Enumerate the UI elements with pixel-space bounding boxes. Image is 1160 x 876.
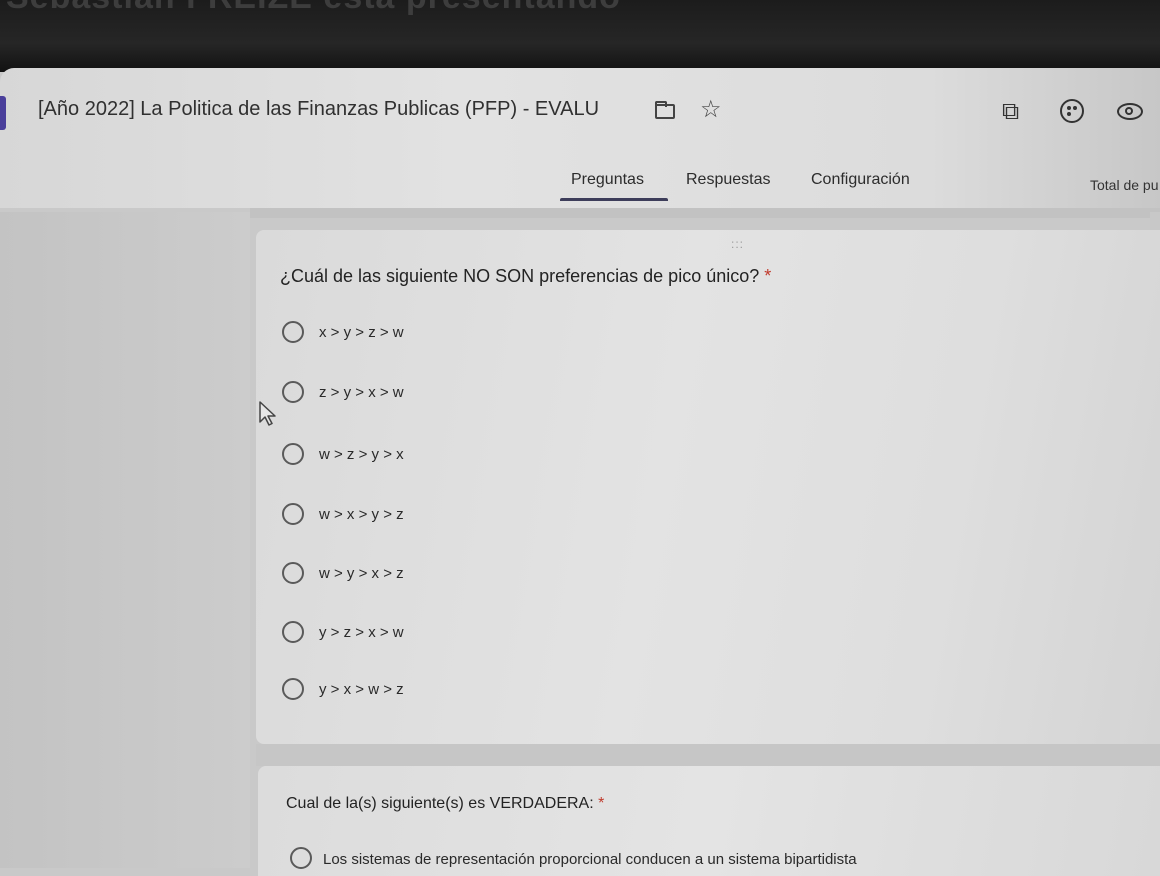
star-icon[interactable]: ☆ <box>700 98 722 122</box>
left-background <box>0 212 250 868</box>
option-label: y > z > x > w <box>319 624 404 641</box>
question-card[interactable] <box>256 230 1160 744</box>
tab-respuestas[interactable]: Respuestas <box>686 171 771 189</box>
tab-preguntas[interactable]: Preguntas <box>571 171 644 189</box>
option-label: w > x > y > z <box>319 506 404 523</box>
palette-icon[interactable] <box>1060 99 1084 123</box>
form-title[interactable]: [Año 2022] La Politica de las Finanzas P… <box>38 98 599 121</box>
mouse-cursor-icon <box>259 401 276 426</box>
header-divider <box>250 208 1160 218</box>
drag-handle-icon[interactable]: ::: <box>731 238 744 250</box>
tab-configuracion[interactable]: Configuración <box>811 171 910 189</box>
eye-icon[interactable] <box>1117 103 1143 120</box>
addon-icon[interactable]: ⧉ <box>1002 100 1019 124</box>
question-title: Cual de la(s) siguiente(s) es VERDADERA:… <box>286 795 604 813</box>
card-separator <box>256 744 1160 766</box>
question-text: Cual de la(s) siguiente(s) es VERDADERA: <box>286 795 594 812</box>
radio-button[interactable] <box>282 562 304 584</box>
active-tab-indicator <box>560 198 668 201</box>
question-text: ¿Cuál de las siguiente NO SON preferenci… <box>280 266 760 286</box>
option-label: w > z > y > x <box>319 446 404 463</box>
required-mark: * <box>598 795 605 812</box>
question-title: ¿Cuál de las siguiente NO SON preferenci… <box>280 266 771 287</box>
radio-button[interactable] <box>282 381 304 403</box>
form-accent-marker <box>0 96 6 130</box>
radio-button[interactable] <box>282 321 304 343</box>
option-label: Los sistemas de representación proporcio… <box>323 851 857 868</box>
option-label: x > y > z > w <box>319 324 404 341</box>
presenter-text: Sebastian FREIZE está presentando <box>6 0 621 17</box>
radio-button[interactable] <box>282 621 304 643</box>
folder-icon[interactable] <box>655 101 675 119</box>
required-mark: * <box>764 266 772 286</box>
radio-button[interactable] <box>282 443 304 465</box>
option-label: w > y > x > z <box>319 565 404 582</box>
option-label: y > x > w > z <box>319 681 404 698</box>
radio-button[interactable] <box>282 678 304 700</box>
radio-button[interactable] <box>290 847 312 869</box>
radio-button[interactable] <box>282 503 304 525</box>
total-points-label: Total de pu <box>1090 177 1159 193</box>
presentation-banner: Sebastian FREIZE está presentando <box>0 0 1160 72</box>
option-label: z > y > x > w <box>319 384 404 401</box>
